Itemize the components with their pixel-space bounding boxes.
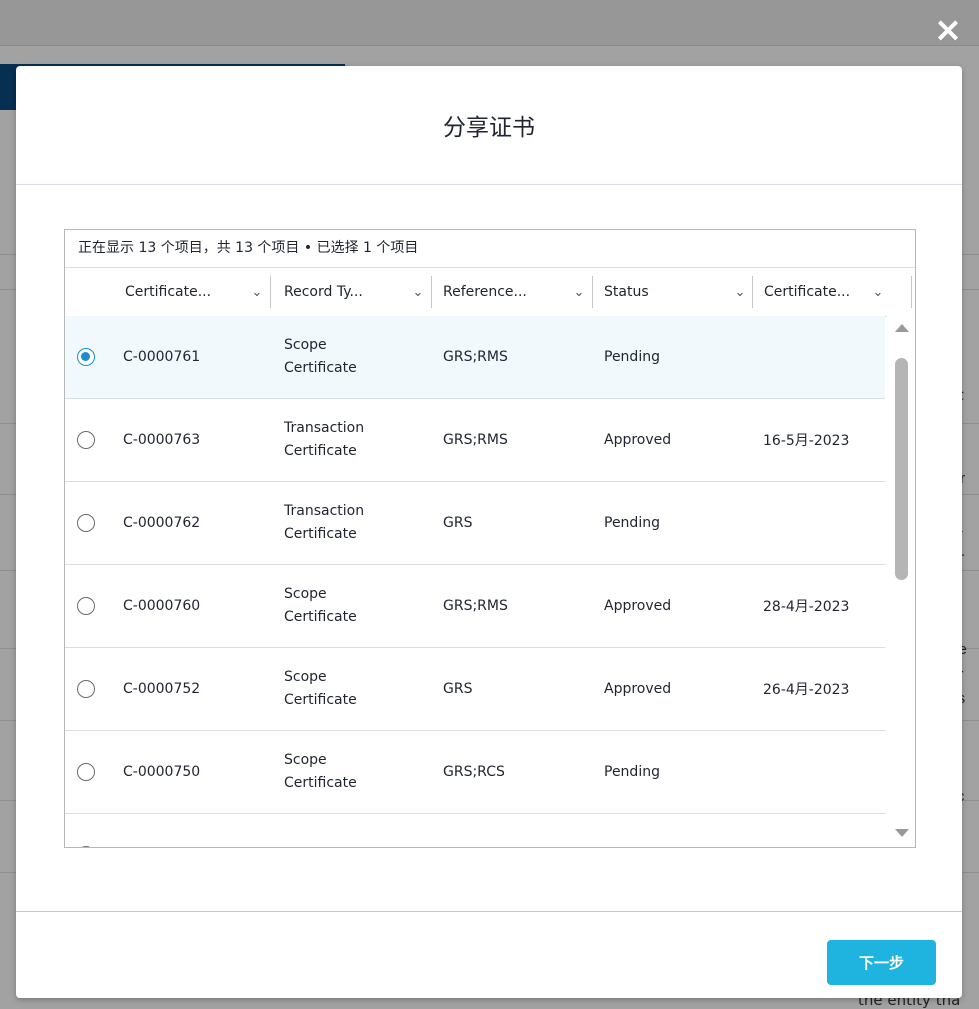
certificate-date-cell — [763, 731, 893, 813]
row-select-radio[interactable] — [77, 431, 95, 449]
column-header-status[interactable]: Status ⌄ — [592, 268, 752, 316]
record-type-cell: Transaction Certificate — [284, 482, 434, 564]
status-cell: Pending — [604, 764, 660, 780]
row-select-radio[interactable] — [77, 514, 95, 532]
reference-cell: GRS — [443, 515, 473, 531]
background-header-bar — [0, 0, 979, 46]
reference-cell: GRS — [443, 681, 473, 697]
record-type-line-2: Certificate — [284, 609, 357, 625]
status-cell: Pending — [604, 515, 660, 531]
certificate-id-cell: C-0000763 — [123, 432, 201, 448]
scroll-down-icon[interactable] — [895, 829, 909, 837]
record-type-cell: Scope Certificate — [284, 565, 434, 647]
chevron-down-icon[interactable]: ⌄ — [567, 285, 591, 300]
column-header-label: Record Ty... — [284, 284, 363, 300]
certificate-id-cell — [123, 814, 273, 847]
column-header-label: Certificate... — [764, 284, 851, 300]
modal-header: 分享证书 — [16, 66, 962, 185]
table-row[interactable]: C-0000763 Transaction Certificate GRS;RMS Ap… — [65, 399, 885, 482]
record-type-cell: Scope Certificate — [284, 316, 434, 398]
certificate-id-cell: C-0000761 — [123, 349, 201, 365]
certificate-id-cell: C-0000750 — [123, 764, 201, 780]
reference-cell: GRS;RMS — [443, 432, 508, 448]
certificate-id-cell: C-0000762 — [123, 515, 201, 531]
table-row[interactable]: C-0000750 Scope Certificate GRS;RCS Pending — [65, 731, 885, 814]
certificate-date-cell — [763, 814, 893, 847]
reference-cell: GRS;RMS — [443, 349, 508, 365]
column-header-label: Status — [604, 284, 649, 300]
close-icon[interactable]: × — [928, 10, 968, 50]
record-type-cell: Scope — [284, 814, 434, 848]
record-type-line-1: Transaction — [284, 420, 365, 436]
column-resize-handle[interactable] — [911, 276, 912, 308]
row-select-radio[interactable] — [77, 597, 95, 615]
row-select-radio[interactable] — [77, 846, 95, 847]
reference-cell: GRS;RMS — [443, 598, 508, 614]
column-header-label: Reference... — [443, 284, 527, 300]
record-type-line-2: Certificate — [284, 775, 357, 791]
record-type-line-1: Scope — [284, 337, 327, 353]
chevron-down-icon[interactable]: ⌄ — [866, 285, 890, 300]
certificate-id-cell: C-0000760 — [123, 598, 201, 614]
record-type-line-1: Transaction — [284, 503, 365, 519]
certificate-date-cell: 16-5月-2023 — [763, 433, 850, 449]
column-header-record-type[interactable]: Record Ty... ⌄ — [272, 268, 430, 316]
record-type-line-1: Scope — [284, 752, 327, 768]
scroll-up-icon[interactable] — [895, 324, 909, 332]
status-cell: Approved — [604, 598, 672, 614]
record-type-line-2: Certificate — [284, 692, 357, 708]
record-type-cell: Transaction Certificate — [284, 399, 434, 481]
certificate-table: 正在显示 13 个项目，共 13 个项目 • 已选择 1 个项目 Certifi… — [64, 229, 916, 848]
chevron-down-icon[interactable]: ⌄ — [406, 285, 430, 300]
status-cell — [604, 814, 754, 847]
column-header-reference[interactable]: Reference... ⌄ — [431, 268, 591, 316]
modal-body: 正在显示 13 个项目，共 13 个项目 • 已选择 1 个项目 Certifi… — [16, 185, 962, 910]
record-type-cell: Scope Certificate — [284, 648, 434, 730]
status-cell: Approved — [604, 681, 672, 697]
table-row[interactable]: C-0000752 Scope Certificate GRS Approved 26-4… — [65, 648, 885, 731]
next-button[interactable]: 下一步 — [827, 940, 936, 985]
reference-cell — [443, 814, 593, 847]
table-header-row: Certificate... ⌄ Record Ty... ⌄ Referenc… — [65, 267, 915, 317]
table-body: C-0000761 Scope Certificate GRS;RMS Pending C… — [65, 316, 885, 848]
column-header-certificate[interactable]: Certificate... ⌄ — [113, 268, 269, 316]
table-row[interactable]: Scope — [65, 814, 885, 848]
certificate-date-cell — [763, 482, 893, 564]
table-row[interactable]: C-0000760 Scope Certificate GRS;RMS Approved… — [65, 565, 885, 648]
certificate-id-cell: C-0000752 — [123, 681, 201, 697]
record-type-line-2: Certificate — [284, 360, 357, 376]
record-type-line-1: Scope — [284, 586, 327, 602]
modal-footer: 下一步 — [16, 911, 962, 998]
record-type-cell: Scope Certificate — [284, 731, 434, 813]
table-row[interactable]: C-0000761 Scope Certificate GRS;RMS Pending — [65, 316, 885, 399]
row-select-radio[interactable] — [77, 763, 95, 781]
column-header-label: Certificate... — [125, 284, 212, 300]
chevron-down-icon[interactable]: ⌄ — [728, 285, 752, 300]
record-type-line-2: Certificate — [284, 526, 357, 542]
status-cell: Pending — [604, 349, 660, 365]
record-type-line-1: Scope — [284, 669, 327, 685]
reference-cell: GRS;RCS — [443, 764, 505, 780]
certificate-date-cell: 28-4月-2023 — [763, 599, 850, 615]
column-header-certificate-date[interactable]: Certificate... ⌄ — [752, 268, 890, 316]
certificate-date-cell: 26-4月-2023 — [763, 682, 850, 698]
chevron-down-icon[interactable]: ⌄ — [245, 285, 269, 300]
column-resize-handle[interactable] — [270, 276, 271, 308]
row-select-radio[interactable] — [77, 680, 95, 698]
record-type-line-2: Certificate — [284, 443, 357, 459]
status-cell: Approved — [604, 432, 672, 448]
modal-title: 分享证书 — [443, 115, 535, 141]
certificate-date-cell — [763, 316, 893, 398]
share-certificate-modal: 分享证书 正在显示 13 个项目，共 13 个项目 • 已选择 1 个项目 Ce… — [16, 66, 962, 998]
record-type-line-1: Scope — [284, 844, 327, 848]
table-summary: 正在显示 13 个项目，共 13 个项目 • 已选择 1 个项目 — [78, 240, 419, 256]
scrollbar-thumb[interactable] — [895, 358, 908, 580]
row-select-radio[interactable] — [77, 348, 95, 366]
table-row[interactable]: C-0000762 Transaction Certificate GRS Pendin… — [65, 482, 885, 565]
table-scrollbar[interactable] — [887, 316, 915, 847]
